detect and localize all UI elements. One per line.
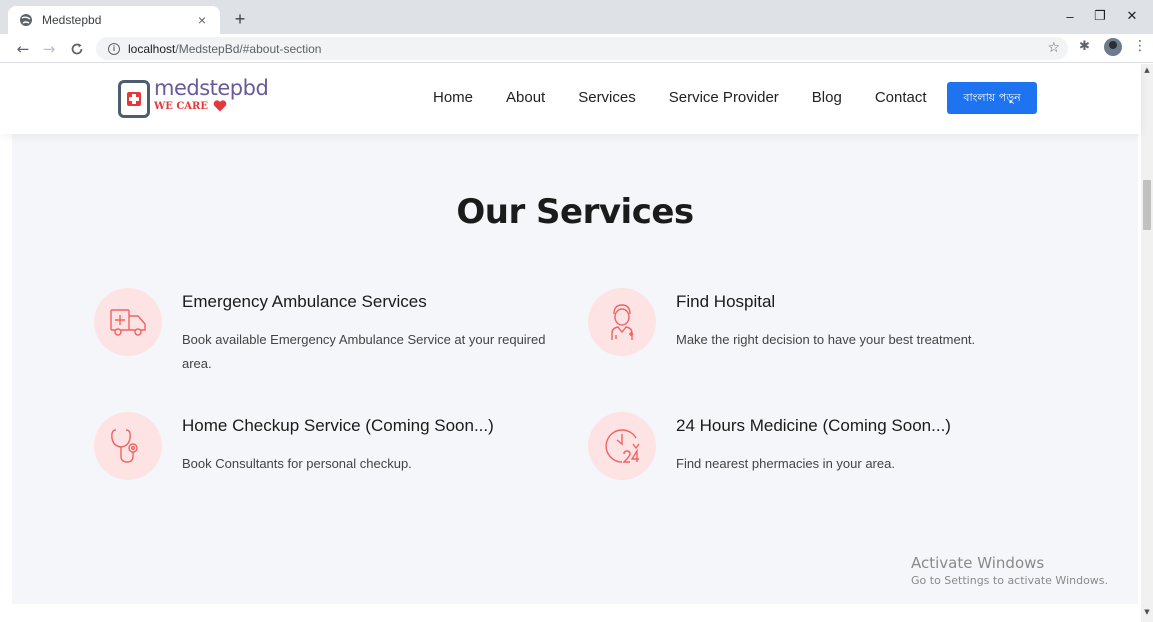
ambulance-icon bbox=[94, 288, 162, 356]
service-description: Book Consultants for personal checkup. bbox=[182, 456, 412, 471]
scroll-down-arrow-icon[interactable]: ▼ bbox=[1141, 608, 1153, 618]
url-host: localhost bbox=[128, 41, 176, 56]
nav-home[interactable]: Home bbox=[433, 89, 473, 106]
scroll-up-arrow-icon[interactable]: ▲ bbox=[1141, 66, 1153, 76]
info-icon[interactable]: i bbox=[108, 42, 120, 55]
extensions-icon[interactable]: ✱ bbox=[1079, 39, 1090, 54]
globe-icon bbox=[18, 12, 34, 28]
24-hours-icon bbox=[588, 412, 656, 480]
forward-icon[interactable]: → bbox=[38, 38, 60, 60]
page-scrollbar[interactable]: ▲ ▼ bbox=[1141, 64, 1153, 622]
bookmark-star-icon[interactable]: ☆ bbox=[1047, 40, 1060, 56]
nav-services[interactable]: Services bbox=[578, 89, 636, 106]
site-header: medstepbd WE CARE Home About Services Se… bbox=[0, 64, 1141, 134]
stethoscope-icon bbox=[94, 412, 162, 480]
service-title: 24 Hours Medicine (Coming Soon...) bbox=[676, 416, 951, 435]
service-title: Home Checkup Service (Coming Soon...) bbox=[182, 416, 494, 435]
url-path: /MedstepBd/#about-section bbox=[175, 41, 322, 56]
browser-tab-strip: Medstepbd × + – ❐ ✕ bbox=[0, 0, 1153, 34]
scroll-thumb[interactable] bbox=[1143, 180, 1151, 230]
logo-tagline: WE CARE bbox=[154, 101, 208, 112]
site-logo[interactable]: medstepbd WE CARE bbox=[118, 76, 278, 120]
heart-icon bbox=[213, 100, 227, 112]
service-description: Book available Emergency Ambulance Servi… bbox=[182, 332, 546, 371]
nav-contact[interactable]: Contact bbox=[875, 89, 927, 106]
services-section: Our Services Emergency Ambulance Service… bbox=[12, 134, 1138, 604]
browser-menu-icon[interactable]: ⋮ bbox=[1133, 38, 1147, 54]
read-in-bangla-button[interactable]: বাংলায় পড়ুন bbox=[947, 82, 1037, 114]
service-title: Find Hospital bbox=[676, 292, 776, 311]
page-viewport: medstepbd WE CARE Home About Services Se… bbox=[0, 64, 1153, 622]
logo-name: medstepbd bbox=[154, 76, 269, 100]
nav-about[interactable]: About bbox=[506, 89, 545, 106]
close-window-button[interactable]: ✕ bbox=[1112, 6, 1152, 26]
watermark-line2: Go to Settings to activate Windows. bbox=[911, 574, 1109, 587]
reload-icon[interactable] bbox=[66, 38, 88, 60]
tab-close-icon[interactable]: × bbox=[194, 12, 210, 28]
section-title: Our Services bbox=[456, 192, 694, 232]
new-tab-button[interactable]: + bbox=[228, 7, 252, 31]
service-description: Find nearest phermacies in your area. bbox=[676, 456, 895, 471]
main-nav: Home About Services Service Provider Blo… bbox=[433, 89, 944, 106]
profile-avatar[interactable] bbox=[1104, 38, 1122, 56]
nav-service-provider[interactable]: Service Provider bbox=[669, 89, 779, 106]
logo-phone-icon bbox=[118, 80, 150, 118]
back-icon[interactable]: ← bbox=[12, 38, 34, 60]
service-description: Make the right decision to have your bes… bbox=[676, 332, 976, 347]
watermark-line1: Activate Windows bbox=[911, 554, 1045, 572]
activate-windows-watermark: Activate Windows Go to Settings to activ… bbox=[911, 554, 1108, 587]
service-title: Emergency Ambulance Services bbox=[182, 292, 427, 311]
doctor-icon bbox=[588, 288, 656, 356]
address-bar[interactable]: i localhost/MedstepBd/#about-section ☆ bbox=[96, 37, 1068, 60]
browser-toolbar: ← → i localhost/MedstepBd/#about-section… bbox=[0, 34, 1153, 63]
url-text: localhost/MedstepBd/#about-section bbox=[128, 42, 321, 56]
nav-blog[interactable]: Blog bbox=[812, 89, 842, 106]
browser-tab[interactable]: Medstepbd × bbox=[8, 6, 220, 34]
tab-title: Medstepbd bbox=[42, 13, 102, 27]
